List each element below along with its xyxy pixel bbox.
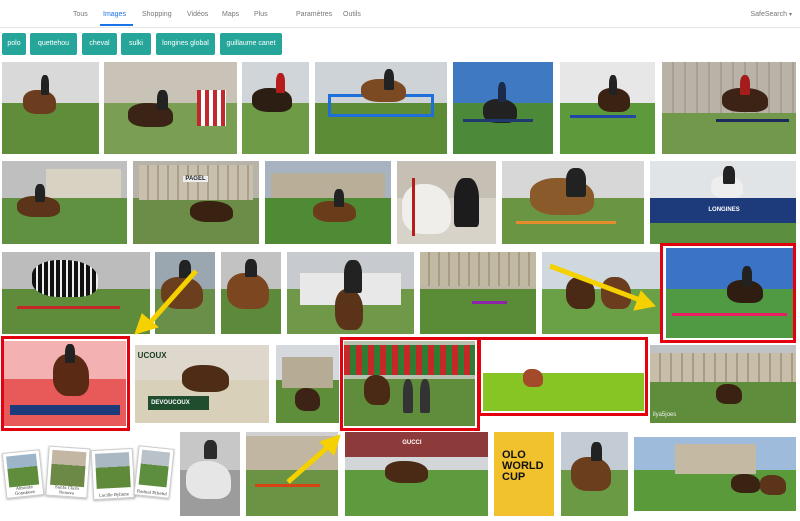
annotation-arrows [134, 263, 656, 484]
arrow-icon [549, 263, 641, 303]
arrow-icon [286, 443, 332, 484]
arrow-icon [146, 269, 198, 327]
arrow-head-icon [633, 290, 656, 311]
